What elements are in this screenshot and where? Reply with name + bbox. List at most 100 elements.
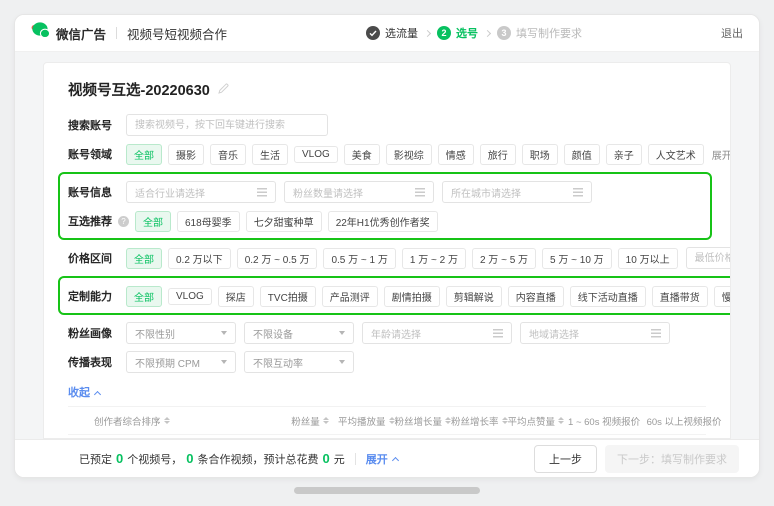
domain-chip[interactable]: 颜值 <box>564 144 600 165</box>
price-chip[interactable]: 10 万以上 <box>618 248 678 269</box>
account-info-row: 账号信息 适合行业请选择 粉丝数量请选择 所在城市请选择 <box>68 181 702 203</box>
col-avg-like[interactable]: 平均点赞量 <box>508 414 565 428</box>
region-select[interactable]: 地域请选择 <box>520 322 670 344</box>
ability-chip[interactable]: 内容直播 <box>508 286 564 307</box>
search-input[interactable] <box>126 114 328 136</box>
booked-prefix: 已预定 <box>79 451 112 467</box>
ability-chip[interactable]: 探店 <box>218 286 254 307</box>
ability-chip[interactable]: 产品测评 <box>322 286 378 307</box>
domain-chip[interactable]: 音乐 <box>210 144 246 165</box>
step-indicator: 选流量 2 选号 3 填写制作要求 <box>366 25 582 41</box>
window-handle-bar <box>294 487 480 494</box>
booked-videos-unit: 条合作视频，预计总花费 <box>197 451 318 467</box>
step3-number: 3 <box>497 26 511 40</box>
domain-chip[interactable]: 摄影 <box>168 144 204 165</box>
booked-accounts-count: 0 <box>116 451 123 466</box>
city-select-placeholder: 所在城市请选择 <box>451 185 521 200</box>
custom-price-range-input[interactable] <box>686 247 731 269</box>
booked-accounts-unit: 个视频号， <box>127 451 182 467</box>
domain-chip-all[interactable]: 全部 <box>126 144 162 165</box>
booking-summary: 已预定 0 个视频号， 0 条合作视频，预计总花费 0 元 展开 <box>79 451 398 467</box>
table-header: 创作者综合排序 粉丝量 平均播放量 粉丝增长量 粉丝增长率 <box>68 406 706 434</box>
col-creator-sort[interactable]: 创作者综合排序 <box>68 414 282 428</box>
recommend-chip[interactable]: 22年H1优秀创作者奖 <box>328 211 438 232</box>
price-chip[interactable]: 0.2 万 ~ 0.5 万 <box>237 248 318 269</box>
top-bar: 微信广告 视频号短视频合作 选流量 2 选号 3 填写制作要求 退出 <box>15 15 759 52</box>
expand-summary-link[interactable]: 展开 <box>366 451 398 467</box>
price-range-row: 价格区间 全部 0.2 万以下 0.2 万 ~ 0.5 万 0.5 万 ~ 1 … <box>68 247 706 269</box>
col-avg-play-label: 平均播放量 <box>338 414 386 428</box>
domain-chip[interactable]: 亲子 <box>606 144 642 165</box>
domain-chip[interactable]: 职场 <box>522 144 558 165</box>
device-select-value: 不限设备 <box>253 326 293 341</box>
price-chip[interactable]: 5 万 ~ 10 万 <box>542 248 612 269</box>
edit-title-icon[interactable] <box>218 81 229 99</box>
domain-chip[interactable]: 影视综 <box>386 144 432 165</box>
price-chip[interactable]: 0.5 万 ~ 1 万 <box>323 248 395 269</box>
col-avg-play[interactable]: 平均播放量 <box>338 414 395 428</box>
domain-chip[interactable]: 生活 <box>252 144 288 165</box>
cpm-select[interactable]: 不限预期 CPM <box>126 351 236 373</box>
industry-select[interactable]: 适合行业请选择 <box>126 181 276 203</box>
domain-chip[interactable]: 情感 <box>438 144 474 165</box>
collapse-filters-link[interactable]: 收起 <box>68 384 100 400</box>
expand-more-label: 展开更多 <box>712 147 731 162</box>
bottom-action-bar: 已预定 0 个视频号， 0 条合作视频，预计总花费 0 元 展开 上一步 下一步… <box>15 439 759 477</box>
expand-more-link[interactable]: 展开更多 <box>712 147 731 162</box>
col-price-long: 60s 以上视频报价 <box>644 414 724 428</box>
domain-chip[interactable]: 人文艺术 <box>648 144 704 165</box>
price-chip-all[interactable]: 全部 <box>126 248 162 269</box>
prev-step-button[interactable]: 上一步 <box>534 445 597 473</box>
col-price-short: 1 ~ 60s 视频报价 <box>564 414 644 428</box>
ability-chip[interactable]: 剪辑解说 <box>446 286 502 307</box>
price-chip[interactable]: 1 万 ~ 2 万 <box>402 248 466 269</box>
chevron-down-icon <box>221 331 227 335</box>
col-fans-growth[interactable]: 粉丝增长量 <box>395 414 452 428</box>
ability-chip[interactable]: VLOG <box>168 288 212 305</box>
gender-select[interactable]: 不限性别 <box>126 322 236 344</box>
region-select-placeholder: 地域请选择 <box>529 326 579 341</box>
ability-chip[interactable]: 剧情拍摄 <box>384 286 440 307</box>
spread-row: 传播表现 不限预期 CPM 不限互动率 <box>68 351 706 373</box>
sort-icon <box>164 417 170 425</box>
recommend-row: 互选推荐 全部 618母婴季 七夕甜蜜种草 22年H1优秀创作者奖 <box>68 210 702 232</box>
ability-chip[interactable]: 慢直播 <box>714 286 731 307</box>
fans-profile-label: 粉丝画像 <box>68 325 126 341</box>
price-range-label: 价格区间 <box>68 250 126 266</box>
step-select-account: 2 选号 <box>437 25 478 41</box>
step1-label: 选流量 <box>385 25 418 41</box>
col-fans[interactable]: 粉丝量 <box>282 414 338 428</box>
recommend-chip[interactable]: 618母婴季 <box>177 211 240 232</box>
device-select[interactable]: 不限设备 <box>244 322 354 344</box>
main-window: 微信广告 视频号短视频合作 选流量 2 选号 3 填写制作要求 退出 <box>14 14 760 478</box>
col-fans-growth-rate[interactable]: 粉丝增长率 <box>451 414 508 428</box>
col-fans-growth-rate-label: 粉丝增长率 <box>451 414 499 428</box>
fans-count-select[interactable]: 粉丝数量请选择 <box>284 181 434 203</box>
ability-chip-all[interactable]: 全部 <box>126 286 162 307</box>
interact-select[interactable]: 不限互动率 <box>244 351 354 373</box>
summary-divider <box>355 453 356 465</box>
recommend-chip-all[interactable]: 全部 <box>135 211 171 232</box>
list-icon <box>257 188 267 197</box>
price-chip[interactable]: 0.2 万以下 <box>168 248 231 269</box>
price-chip[interactable]: 2 万 ~ 5 万 <box>472 248 536 269</box>
domain-chip[interactable]: 美食 <box>344 144 380 165</box>
wechat-ads-logo-icon <box>31 22 50 44</box>
industry-select-placeholder: 适合行业请选择 <box>135 185 205 200</box>
search-row: 搜索账号 <box>68 114 706 136</box>
step-separator-icon <box>424 29 431 36</box>
city-select[interactable]: 所在城市请选择 <box>442 181 592 203</box>
domain-chip[interactable]: VLOG <box>294 146 338 163</box>
highlight-box-ability: 定制能力 全部 VLOG 探店 TVC拍摄 产品测评 剧情拍摄 剪辑解说 内容直… <box>58 276 731 315</box>
ability-chip[interactable]: 线下活动直播 <box>570 286 646 307</box>
ability-chip[interactable]: TVC拍摄 <box>260 286 316 307</box>
next-step-button[interactable]: 下一步：填写制作要求 <box>605 445 739 473</box>
ability-chip[interactable]: 直播带货 <box>652 286 708 307</box>
exit-button[interactable]: 退出 <box>721 25 743 41</box>
ability-row: 定制能力 全部 VLOG 探店 TVC拍摄 产品测评 剧情拍摄 剪辑解说 内容直… <box>68 285 731 307</box>
info-icon <box>118 216 129 227</box>
domain-chip[interactable]: 旅行 <box>480 144 516 165</box>
recommend-chip[interactable]: 七夕甜蜜种草 <box>246 211 322 232</box>
age-select[interactable]: 年龄请选择 <box>362 322 512 344</box>
account-domain-label: 账号领域 <box>68 146 126 162</box>
